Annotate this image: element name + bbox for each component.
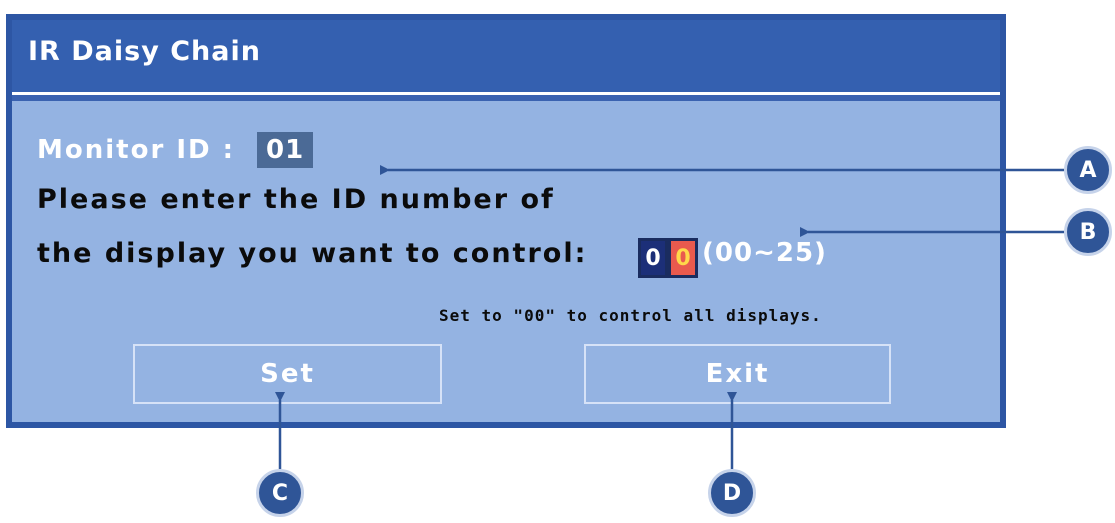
callout-arrows — [275, 165, 1064, 469]
callout-c-badge: C — [256, 469, 304, 517]
callout-d-badge: D — [708, 469, 756, 517]
callout-a-badge: A — [1064, 146, 1112, 194]
screenshot: IR Daisy Chain Monitor ID : 01 Please en… — [0, 0, 1115, 523]
callout-b-badge: B — [1064, 208, 1112, 256]
